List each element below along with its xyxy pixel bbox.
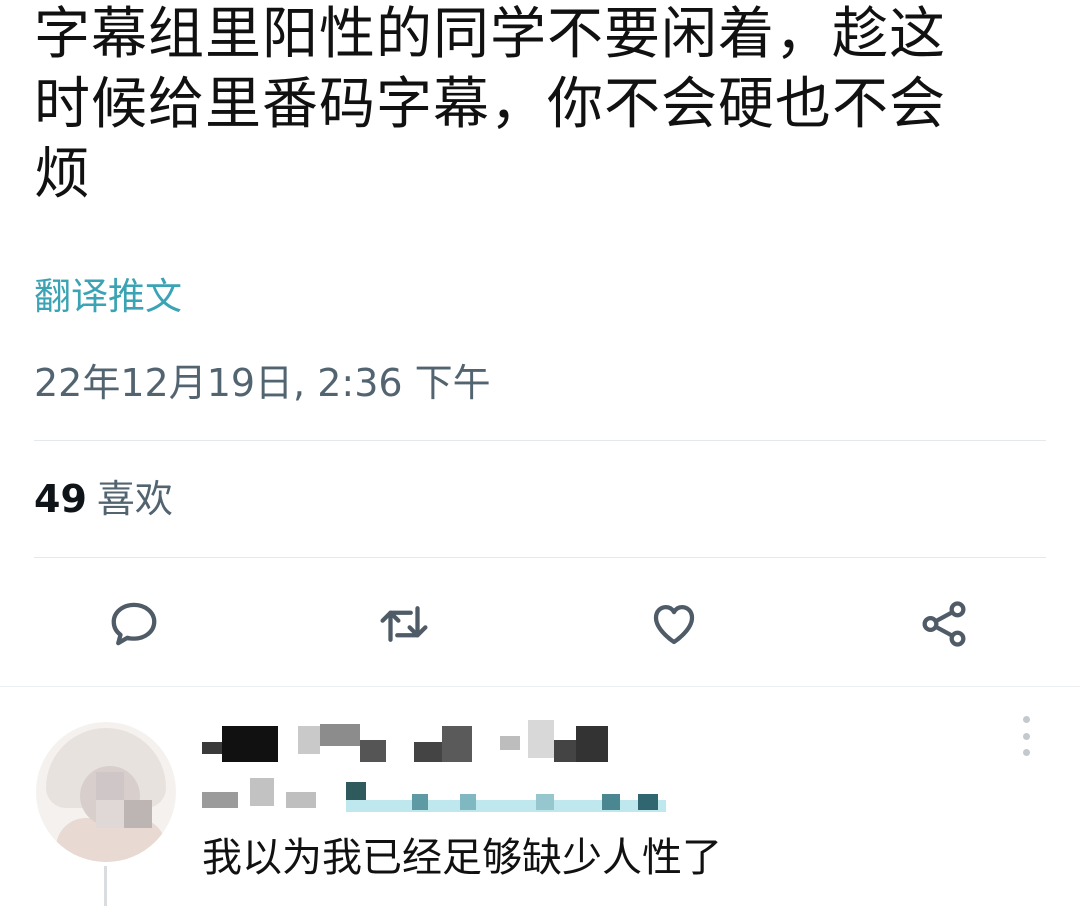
retweet-icon <box>380 606 428 642</box>
reply-button[interactable] <box>104 594 164 654</box>
reply-text: 我以为我已经足够缺少人性了 <box>202 835 722 881</box>
tweet-text-line: 时候给里番码字幕，你不会硬也不会 <box>34 72 946 137</box>
reply-icon <box>111 602 157 646</box>
likes-summary[interactable]: 49 喜欢 <box>34 474 173 524</box>
share-button[interactable] <box>914 594 974 654</box>
translate-tweet-link[interactable]: 翻译推文 <box>34 274 182 320</box>
heart-icon <box>653 604 695 645</box>
share-icon <box>922 601 966 647</box>
avatar-mosaic <box>96 772 124 800</box>
avatar-mosaic <box>124 800 152 828</box>
tweet-text-line: 烦 <box>34 142 91 207</box>
more-options-icon[interactable] <box>1014 716 1038 756</box>
divider <box>34 557 1046 558</box>
tweet-timestamp[interactable]: 22年12月19日, 2:36 下午 <box>34 358 491 408</box>
retweet-button[interactable] <box>374 594 434 654</box>
avatar-mosaic <box>96 800 124 828</box>
likes-label: 喜欢 <box>96 477 173 521</box>
reply-author-name-redacted[interactable] <box>202 720 622 764</box>
thread-line <box>104 866 107 906</box>
tweet-text: 字幕组里阳性的同学不要闲着，趁这 时候给里番码字幕，你不会硬也不会 烦 <box>34 0 1034 210</box>
tweet-text-line: 字幕组里阳性的同学不要闲着，趁这 <box>34 2 946 67</box>
divider <box>34 440 1046 441</box>
reply-author-handle-redacted[interactable] <box>202 774 672 814</box>
avatar[interactable] <box>36 722 176 862</box>
likes-count: 49 <box>34 477 87 521</box>
like-button[interactable] <box>644 594 704 654</box>
divider <box>0 686 1080 687</box>
